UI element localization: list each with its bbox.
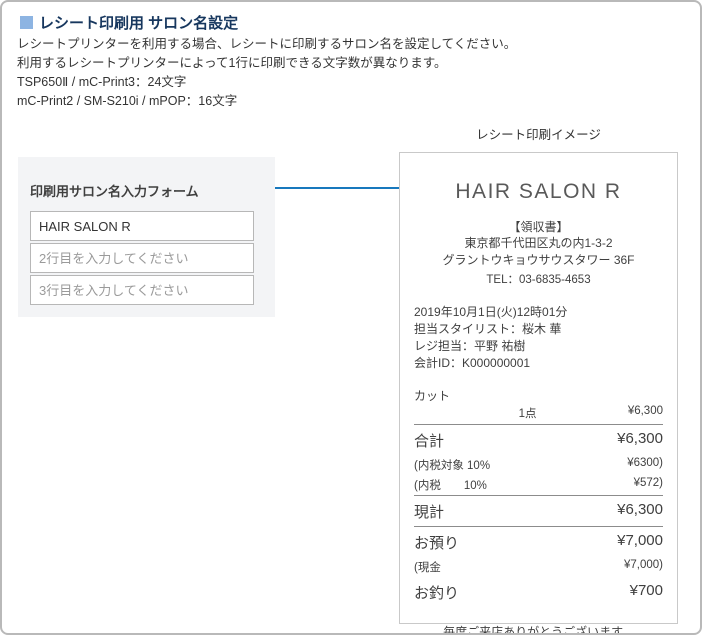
receipt-footer-line1: 毎度ご来店ありがとうございます。 [443,625,634,635]
salon-name-line3-input[interactable] [30,275,254,305]
receipt-change-row: お釣り ¥700 [414,577,663,607]
receipt-item-name: カット [414,389,451,403]
form-title: 印刷用サロン名入力フォーム [30,184,199,199]
receipt-address-line2: グラントウキョウサウスタワー 36F [442,253,635,267]
receipt-datetime: 2019年10月1日(火)12時01分 [414,305,568,319]
receipt-account-id: 会計ID：K000000001 [414,356,531,370]
description-line: 利用するレシートプリンターによって1行に印刷できる文字数が異なります。 [17,56,447,70]
connector-line [275,187,412,189]
page-title-text: レシート印刷用 サロン名設定 [39,15,239,32]
receipt-cash-row: (現金 ¥7,000) [414,557,663,577]
receipt-doc-type: 【領収書】 [508,220,569,234]
receipt-total-row: 合計 ¥6,300 [414,425,663,455]
receipt-tax-target-value: ¥6300) [627,457,663,469]
receipt-item-price: ¥6,300 [627,405,663,417]
receipt-item-qty: 1点 [518,408,537,420]
receipt-items-block: カット 1点 ¥6,300 合計 ¥6,300 (内税対象 10% ¥6300)… [414,387,663,607]
receipt-total-label: 合計 [414,433,445,450]
receipt-tax-value: ¥572) [633,477,663,489]
receipt-deposit-row: お預り ¥7,000 [414,527,663,557]
receipt-deposit-value: ¥7,000 [617,532,663,549]
receipt-stylist: 担当スタイリスト：桜木 華 [414,322,562,336]
receipt-preview: HAIR SALON R 【領収書】 東京都千代田区丸の内1-3-2 グラントウ… [399,152,678,633]
receipt-footer: 毎度ご来店ありがとうございます。 またの来店をお待ちしております。 [414,623,663,635]
receipt-cash-value: ¥7,000) [623,559,663,571]
receipt-total-value: ¥6,300 [617,430,663,447]
settings-page: レシート印刷用 サロン名設定 レシートプリンターを利用する場合、レシートに印刷す… [0,0,702,635]
receipt-change-label: お釣り [414,585,460,602]
receipt-net-total-label: 現計 [414,504,445,521]
description-line: レシートプリンターを利用する場合、レシートに印刷するサロン名を設定してください。 [17,37,517,51]
receipt-tel: TEL：03-6835-4653 [486,274,591,286]
description-line: mC-Print2 / SM-S210i / mPOP：16文字 [17,94,238,108]
salon-name-form-panel: 印刷用サロン名入力フォーム [18,157,275,317]
receipt-cashier: レジ担当：平野 祐樹 [414,339,526,353]
receipt-address-line1: 東京都千代田区丸の内1-3-2 [464,236,613,250]
receipt-net-total-value: ¥6,300 [617,501,663,518]
receipt-tax-label: (内税 10% [414,480,487,492]
description-line: TSP650Ⅱ / mC-Print3：24文字 [17,75,187,89]
receipt-cash-label: (現金 [414,562,441,574]
receipt-net-total-row: 現計 ¥6,300 [414,495,663,527]
receipt-tax-row: (内税 10% ¥572) [414,475,663,495]
receipt-preview-label: レシート印刷イメージ [476,128,601,142]
title-square-icon [20,16,33,29]
receipt-tax-target-label: (内税対象 10% [414,460,491,472]
receipt-salon-name: HAIR SALON R [455,180,622,203]
page-title: レシート印刷用 サロン名設定 [20,12,238,33]
receipt-item-row: 1点 ¥6,300 [414,405,663,425]
receipt-tax-target-row: (内税対象 10% ¥6300) [414,455,663,475]
salon-name-line1-input[interactable] [30,211,254,241]
receipt-change-value: ¥700 [629,582,663,599]
salon-name-line2-input[interactable] [30,243,254,273]
receipt-deposit-label: お預り [414,535,460,552]
page-description: レシートプリンターを利用する場合、レシートに印刷するサロン名を設定してください。… [17,35,516,111]
receipt-info-block: 2019年10月1日(火)12時01分 担当スタイリスト：桜木 華 レジ担当：平… [414,304,663,372]
